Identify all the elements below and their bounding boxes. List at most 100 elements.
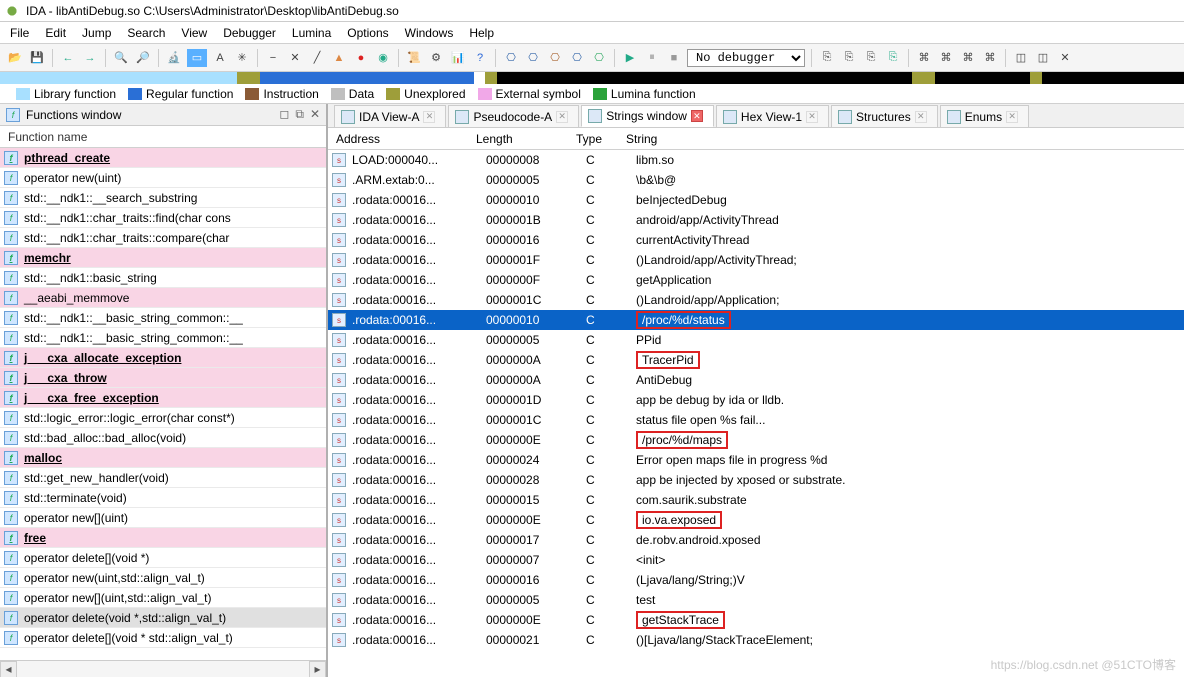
f4-icon[interactable]: ⌘: [981, 49, 999, 67]
cross-icon[interactable]: ✕: [286, 49, 304, 67]
restore-icon[interactable]: ◻: [279, 107, 289, 122]
function-row[interactable]: fstd::__ndk1::basic_string: [0, 268, 326, 288]
string-row[interactable]: s.rodata:00016...00000015Ccom.saurik.sub…: [328, 490, 1184, 510]
tab[interactable]: Strings window✕: [581, 105, 714, 127]
string-row[interactable]: s.rodata:00016...0000000FCgetApplication: [328, 270, 1184, 290]
back-icon[interactable]: ←: [59, 49, 77, 67]
slash-icon[interactable]: ╱: [308, 49, 326, 67]
e2-icon[interactable]: ⎘: [840, 49, 858, 67]
function-row[interactable]: ffree: [0, 528, 326, 548]
search-icon[interactable]: 🔍: [112, 49, 130, 67]
string-row[interactable]: s.rodata:00016...00000024CError open map…: [328, 450, 1184, 470]
text-icon[interactable]: A: [211, 49, 229, 67]
tab[interactable]: Structures✕: [831, 105, 938, 127]
col-address[interactable]: Address: [336, 132, 476, 146]
tab[interactable]: Pseudocode-A✕: [448, 105, 579, 127]
string-row[interactable]: s.rodata:00016...00000010C/proc/%d/statu…: [328, 310, 1184, 330]
col-type[interactable]: Type: [576, 132, 626, 146]
search-text-icon[interactable]: 🔎: [134, 49, 152, 67]
save-icon[interactable]: 💾: [28, 49, 46, 67]
e1-icon[interactable]: ⎘: [818, 49, 836, 67]
menu-view[interactable]: View: [181, 26, 207, 40]
string-row[interactable]: s.rodata:00016...00000010CbeInjectedDebu…: [328, 190, 1184, 210]
function-row[interactable]: f__aeabi_memmove: [0, 288, 326, 308]
menu-search[interactable]: Search: [127, 26, 165, 40]
pin-icon[interactable]: ⧉: [295, 107, 304, 122]
string-row[interactable]: s.rodata:00016...00000016CcurrentActivit…: [328, 230, 1184, 250]
f2-icon[interactable]: ⌘: [937, 49, 955, 67]
pause-icon[interactable]: ⏸: [643, 49, 661, 67]
function-row[interactable]: fmalloc: [0, 448, 326, 468]
string-row[interactable]: s.rodata:00016...0000000ACTracerPid: [328, 350, 1184, 370]
d1-icon[interactable]: ⎔: [502, 49, 520, 67]
function-row[interactable]: fstd::__ndk1::char_traits::compare(char: [0, 228, 326, 248]
function-row[interactable]: foperator delete[](void * std::align_val…: [0, 628, 326, 648]
menu-edit[interactable]: Edit: [45, 26, 66, 40]
stop-icon[interactable]: ■: [665, 49, 683, 67]
g1-icon[interactable]: ◫: [1012, 49, 1030, 67]
d3-icon[interactable]: ⎔: [546, 49, 564, 67]
scroll-right-icon[interactable]: ▸: [309, 661, 326, 677]
string-row[interactable]: s.rodata:00016...00000021C()[Ljava/lang/…: [328, 630, 1184, 650]
d5-icon[interactable]: ⎔: [590, 49, 608, 67]
function-row[interactable]: fj___cxa_throw: [0, 368, 326, 388]
scroll-left-icon[interactable]: ◂: [0, 661, 17, 677]
string-row[interactable]: s.ARM.extab:0...00000005C\b&\b@: [328, 170, 1184, 190]
f3-icon[interactable]: ⌘: [959, 49, 977, 67]
open-icon[interactable]: 📂: [6, 49, 24, 67]
function-row[interactable]: foperator new[](uint): [0, 508, 326, 528]
menu-lumina[interactable]: Lumina: [292, 26, 331, 40]
star-icon[interactable]: ✳: [233, 49, 251, 67]
string-row[interactable]: s.rodata:00016...0000000EC/proc/%d/maps: [328, 430, 1184, 450]
tab[interactable]: IDA View-A✕: [334, 105, 446, 127]
function-row[interactable]: fj___cxa_free_exception: [0, 388, 326, 408]
script-icon[interactable]: 📜: [405, 49, 423, 67]
tab-close-icon[interactable]: ✕: [1006, 111, 1018, 123]
d2-icon[interactable]: ⎔: [524, 49, 542, 67]
help-icon[interactable]: ?: [471, 49, 489, 67]
tab-close-icon[interactable]: ✕: [423, 111, 435, 123]
zoom-icon[interactable]: 🔬: [165, 49, 183, 67]
functions-header[interactable]: Function name: [0, 126, 326, 148]
col-string[interactable]: String: [626, 132, 1176, 146]
string-row[interactable]: s.rodata:00016...0000001FC()Landroid/app…: [328, 250, 1184, 270]
tab-close-icon[interactable]: ✕: [691, 110, 703, 122]
run-icon[interactable]: ▶: [621, 49, 639, 67]
function-row[interactable]: foperator new[](uint,std::align_val_t): [0, 588, 326, 608]
tri-icon[interactable]: ▲: [330, 49, 348, 67]
function-row[interactable]: fpthread_create: [0, 148, 326, 168]
string-row[interactable]: s.rodata:00016...00000005CPPid: [328, 330, 1184, 350]
function-row[interactable]: foperator new(uint,std::align_val_t): [0, 568, 326, 588]
tab-close-icon[interactable]: ✕: [806, 111, 818, 123]
function-row[interactable]: fstd::__ndk1::__search_substring: [0, 188, 326, 208]
menu-jump[interactable]: Jump: [82, 26, 111, 40]
function-row[interactable]: fstd::terminate(void): [0, 488, 326, 508]
string-row[interactable]: s.rodata:00016...0000001CCstatus file op…: [328, 410, 1184, 430]
function-row[interactable]: fstd::__ndk1::__basic_string_common::__: [0, 308, 326, 328]
hex-icon[interactable]: ▭: [187, 49, 207, 67]
tab[interactable]: Hex View-1✕: [716, 105, 829, 127]
g2-icon[interactable]: ◫: [1034, 49, 1052, 67]
tab-close-icon[interactable]: ✕: [556, 111, 568, 123]
function-row[interactable]: fstd::__ndk1::char_traits::find(char con…: [0, 208, 326, 228]
e4-icon[interactable]: ⎘: [884, 49, 902, 67]
gear-icon[interactable]: ⚙: [427, 49, 445, 67]
minus-icon[interactable]: −: [264, 49, 282, 67]
function-row[interactable]: foperator new(uint): [0, 168, 326, 188]
function-row[interactable]: foperator delete[](void *): [0, 548, 326, 568]
e3-icon[interactable]: ⎘: [862, 49, 880, 67]
circle-icon[interactable]: ●: [352, 49, 370, 67]
cal-icon[interactable]: 📊: [449, 49, 467, 67]
string-row[interactable]: s.rodata:00016...00000017Cde.robv.androi…: [328, 530, 1184, 550]
close-icon[interactable]: ✕: [310, 107, 320, 122]
string-row[interactable]: s.rodata:00016...00000016C(Ljava/lang/St…: [328, 570, 1184, 590]
function-row[interactable]: fj___cxa_allocate_exception: [0, 348, 326, 368]
navigation-band[interactable]: [0, 72, 1184, 84]
g3-icon[interactable]: ✕: [1056, 49, 1074, 67]
string-row[interactable]: s.rodata:00016...0000001CC()Landroid/app…: [328, 290, 1184, 310]
string-row[interactable]: s.rodata:00016...0000001DCapp be debug b…: [328, 390, 1184, 410]
string-row[interactable]: s.rodata:00016...0000000ECgetStackTrace: [328, 610, 1184, 630]
d4-icon[interactable]: ⎔: [568, 49, 586, 67]
function-row[interactable]: foperator delete(void *,std::align_val_t…: [0, 608, 326, 628]
string-row[interactable]: sLOAD:000040...00000008Clibm.so: [328, 150, 1184, 170]
